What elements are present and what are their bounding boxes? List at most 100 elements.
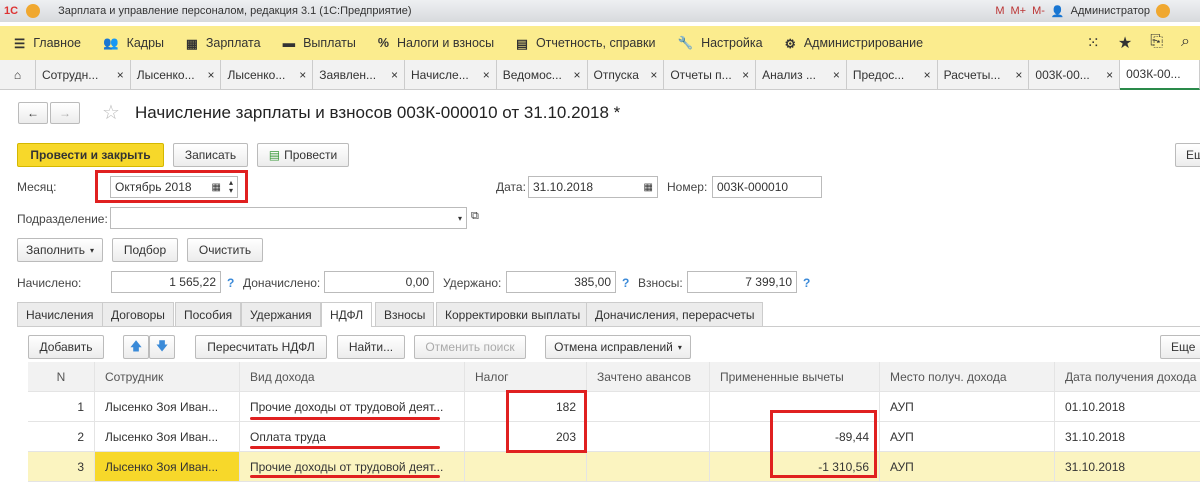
table-row-selected[interactable]: 3 Лысенко Зоя Иван... Прочие доходы от т… (28, 452, 1200, 482)
table-row[interactable]: 2 Лысенко Зоя Иван... Оплата труда 203 -… (28, 422, 1200, 452)
open-tab[interactable]: 003К-00... × (1029, 60, 1121, 90)
menu-settings[interactable]: 🔧 Настройка (677, 36, 762, 51)
post-button[interactable]: ▤ Провести (257, 143, 349, 167)
tab-label: Анализ ... (762, 68, 816, 82)
recalc-ndfl-button[interactable]: Пересчитать НДФЛ (195, 335, 327, 359)
app-menu-icon[interactable] (26, 4, 41, 18)
close-icon[interactable]: × (391, 68, 398, 82)
cancel-search-button[interactable]: Отменить поиск (414, 335, 526, 359)
help-icon[interactable]: ? (622, 276, 629, 290)
table-row[interactable]: 1 Лысенко Зоя Иван... Прочие доходы от т… (28, 392, 1200, 422)
department-field[interactable]: ▾ (110, 207, 467, 229)
find-button[interactable]: Найти... (337, 335, 405, 359)
menu-hr[interactable]: 👥 Кадры (103, 36, 164, 51)
tab-ndfl[interactable]: НДФЛ (321, 302, 373, 327)
col-advances[interactable]: Зачтено авансов (587, 362, 710, 391)
menu-salary[interactable]: ▦ Зарплата (186, 36, 261, 51)
tab-accruals[interactable]: Начисления (17, 302, 103, 326)
info-icon[interactable] (1156, 4, 1170, 18)
menu-reports[interactable]: ▤ Отчетность, справки (516, 36, 655, 51)
close-icon[interactable]: × (574, 68, 581, 82)
close-icon[interactable]: × (833, 68, 840, 82)
favorite-star-icon[interactable]: ☆ (102, 100, 120, 125)
search-icon[interactable]: ⌕ (1181, 33, 1190, 53)
open-tab[interactable]: Лысенко... × (131, 60, 222, 90)
close-icon[interactable]: × (650, 68, 657, 82)
mem-m[interactable]: M (995, 5, 1004, 17)
cell-place: АУП (880, 422, 1055, 451)
gear-icon: ⚙ (784, 36, 796, 51)
move-up-button[interactable]: 🡅 (123, 335, 149, 359)
col-date[interactable]: Дата получения дохода (1055, 362, 1200, 391)
open-icon[interactable]: ⧉ (471, 210, 479, 223)
move-down-button[interactable]: 🡇 (149, 335, 175, 359)
open-tab[interactable]: Отпуска × (588, 60, 665, 90)
mem-m-minus[interactable]: M- (1032, 5, 1045, 17)
select-button[interactable]: Подбор (112, 238, 178, 262)
col-deductions[interactable]: Примененные вычеты (710, 362, 880, 391)
close-icon[interactable]: × (483, 68, 490, 82)
tab-deductions[interactable]: Удержания (241, 302, 321, 326)
close-icon[interactable]: × (742, 68, 749, 82)
menu-payments[interactable]: ▬ Выплаты (283, 36, 356, 50)
close-icon[interactable]: × (924, 68, 931, 82)
cell-employee: Лысенко Зоя Иван... (95, 422, 240, 451)
col-employee[interactable]: Сотрудник (95, 362, 240, 391)
calendar-icon[interactable]: ▦ (644, 182, 653, 193)
col-income-type[interactable]: Вид дохода (240, 362, 465, 391)
home-tab[interactable]: ⌂ (0, 60, 36, 90)
close-icon[interactable]: × (1015, 68, 1022, 82)
col-place[interactable]: Место получ. дохода (880, 362, 1055, 391)
tab-payment-corrections[interactable]: Корректировки выплаты (436, 302, 590, 326)
clear-button[interactable]: Очистить (187, 238, 263, 262)
open-tab-active[interactable]: 003К-00... (1120, 60, 1200, 90)
extra-field[interactable]: 0,00 (324, 271, 434, 293)
back-button[interactable]: ← (18, 102, 48, 124)
save-button[interactable]: Записать (173, 143, 248, 167)
number-field[interactable]: 003К-000010 (712, 176, 822, 198)
contrib-field[interactable]: 7 399,10 (687, 271, 797, 293)
open-tab[interactable]: Анализ ... × (756, 60, 847, 90)
dropdown-icon[interactable]: ▾ (458, 214, 462, 223)
star-icon[interactable]: ★ (1118, 33, 1132, 53)
tab-contributions[interactable]: Взносы (375, 302, 435, 326)
open-tab[interactable]: Предос... × (847, 60, 938, 90)
post-and-close-button[interactable]: Провести и закрыть (17, 143, 164, 167)
fill-button[interactable]: Заполнить ▾ (17, 238, 103, 262)
menu-admin[interactable]: ⚙ Администрирование (785, 36, 923, 51)
close-icon[interactable]: × (117, 68, 124, 82)
user-name[interactable]: Администратор (1071, 5, 1150, 17)
date-field[interactable]: 31.10.2018 ▦ (528, 176, 658, 198)
close-icon[interactable]: × (299, 68, 306, 82)
table-more-button[interactable]: Еще (1160, 335, 1200, 359)
col-tax[interactable]: Налог (465, 362, 587, 391)
open-tab[interactable]: Начисле... × (405, 60, 497, 90)
tab-contracts[interactable]: Договоры (102, 302, 174, 326)
open-tab[interactable]: Отчеты п... × (664, 60, 757, 90)
forward-button[interactable]: → (50, 102, 80, 124)
menu-label: Кадры (126, 36, 165, 50)
open-tab[interactable]: Ведомос... × (497, 60, 588, 90)
withheld-field[interactable]: 385,00 (506, 271, 616, 293)
help-icon[interactable]: ? (803, 276, 810, 290)
grid-icon[interactable]: ⁙ (1086, 33, 1099, 53)
add-button[interactable]: Добавить (28, 335, 104, 359)
menu-main[interactable]: ☰ Главное (14, 36, 81, 51)
tab-benefits[interactable]: Пособия (175, 302, 242, 326)
help-icon[interactable]: ? (227, 276, 234, 290)
open-tab[interactable]: Заявлен... × (313, 60, 405, 90)
more-button[interactable]: Еще (1175, 143, 1200, 167)
cancel-fix-button[interactable]: Отмена исправлений ▾ (545, 335, 691, 359)
mem-m-plus[interactable]: M+ (1011, 5, 1027, 17)
accrued-field[interactable]: 1 565,22 (111, 271, 221, 293)
close-icon[interactable]: × (1106, 68, 1113, 82)
open-tab[interactable]: Сотрудн... × (36, 60, 131, 90)
menu-taxes[interactable]: % Налоги и взносы (378, 36, 494, 50)
cell-place: АУП (880, 392, 1055, 421)
tab-recalculations[interactable]: Доначисления, перерасчеты (586, 302, 764, 326)
open-tab[interactable]: Расчеты... × (938, 60, 1030, 90)
history-icon[interactable]: ⎘ (1150, 33, 1163, 53)
open-tab[interactable]: Лысенко... × (221, 60, 314, 90)
close-icon[interactable]: × (207, 68, 214, 82)
col-n[interactable]: N (28, 362, 95, 391)
